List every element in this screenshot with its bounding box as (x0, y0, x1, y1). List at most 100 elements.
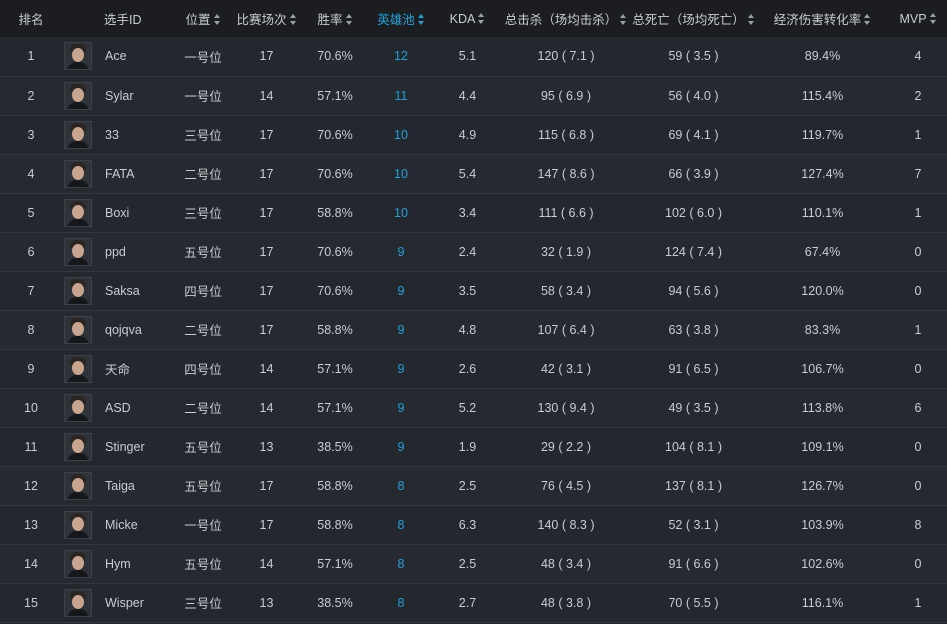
player-info[interactable]: Saksa (62, 276, 175, 305)
player-name[interactable]: Taiga (105, 479, 135, 493)
cell-matches: 17 (259, 127, 274, 142)
avatar[interactable] (64, 393, 92, 422)
cell-win-rate: 57.1% (317, 361, 353, 376)
player-name[interactable]: qojqva (105, 323, 142, 337)
cell-rank: 2 (27, 88, 35, 103)
avatar[interactable] (64, 432, 92, 461)
player-info[interactable]: ASD (62, 393, 175, 422)
player-info[interactable]: 天命 (62, 354, 175, 383)
header-kills-sort[interactable]: 总击杀（场均击杀） (501, 0, 631, 37)
player-name[interactable]: Micke (105, 518, 138, 532)
cell-dmg-conversion: 83.3% (804, 322, 841, 337)
table-row[interactable]: 15 Wisper 三号位 13 38.5% 8 2.7 48 ( 3.8 ) 70 ( 5.5… (0, 583, 947, 622)
table-row[interactable]: 4 FATA 二号位 17 70.6% 10 5.4 147 ( 8.6 ) 66 ( 3.9 … (0, 154, 947, 193)
avatar[interactable] (64, 237, 92, 266)
player-info[interactable]: Sylar (62, 81, 175, 110)
cell-rank: 9 (27, 361, 35, 376)
header-mvp-sort[interactable]: MVP (889, 0, 947, 37)
player-info[interactable]: Taiga (62, 471, 175, 500)
cell-rank: 8 (27, 322, 35, 337)
player-name[interactable]: 33 (105, 128, 119, 142)
player-name[interactable]: ASD (105, 401, 131, 415)
cell-deaths: 63 ( 3.8 ) (668, 322, 719, 337)
cell-mvp: 7 (914, 166, 922, 181)
header-matches-sort[interactable]: 比赛场次 (231, 0, 302, 37)
cell-rank: 12 (24, 478, 38, 493)
avatar[interactable] (64, 549, 92, 578)
cell-matches: 17 (259, 478, 274, 493)
player-name[interactable]: 天命 (105, 359, 130, 378)
table-row[interactable]: 9 天命 四号位 14 57.1% 9 2.6 42 ( 3.1 ) 91 ( 6.5 ) 106… (0, 349, 947, 388)
avatar[interactable] (64, 588, 92, 617)
header-deaths-sort[interactable]: 总死亡（场均死亡） (631, 0, 756, 37)
cell-win-rate: 70.6% (317, 283, 353, 298)
cell-mvp: 4 (914, 49, 922, 64)
player-name[interactable]: Ace (105, 49, 127, 63)
player-name[interactable]: Saksa (105, 284, 140, 298)
player-name[interactable]: FATA (105, 167, 134, 181)
cell-mvp: 8 (914, 517, 922, 532)
sort-icon (289, 14, 297, 25)
player-info[interactable]: Micke (62, 510, 175, 539)
header-win-rate-sort[interactable]: 胜率 (302, 0, 368, 37)
player-info[interactable]: 33 (62, 120, 175, 149)
header-position-sort[interactable]: 位置 (175, 0, 231, 37)
avatar[interactable] (64, 315, 92, 344)
player-name[interactable]: Hym (105, 557, 131, 571)
cell-kills: 120 ( 7.1 ) (537, 49, 595, 64)
avatar[interactable] (64, 81, 92, 110)
sort-icon (417, 14, 425, 25)
cell-hero-pool: 8 (397, 517, 405, 532)
table-row[interactable]: 6 ppd 五号位 17 70.6% 9 2.4 32 ( 1.9 ) 124 ( 7.4 ) 6… (0, 232, 947, 271)
cell-deaths: 104 ( 8.1 ) (665, 439, 722, 454)
player-info[interactable]: Wisper (62, 588, 175, 617)
avatar[interactable] (64, 159, 92, 188)
player-info[interactable]: Stinger (62, 432, 175, 461)
avatar[interactable] (64, 42, 92, 71)
player-name[interactable]: Wisper (105, 596, 144, 610)
avatar[interactable] (64, 471, 92, 500)
table-row[interactable]: 8 qojqva 二号位 17 58.8% 9 4.8 107 ( 6.4 ) 63 ( 3.8… (0, 310, 947, 349)
table-row[interactable]: 12 Taiga 五号位 17 58.8% 8 2.5 76 ( 4.5 ) 137 ( 8.1… (0, 466, 947, 505)
cell-hero-pool: 9 (397, 439, 405, 454)
player-name[interactable]: ppd (105, 245, 126, 259)
sort-icon (747, 14, 755, 25)
header-kda-sort[interactable]: KDA (434, 0, 501, 37)
header-hero-pool-sort[interactable]: 英雄池 (368, 0, 434, 37)
table-row[interactable]: 13 Micke 一号位 17 58.8% 8 6.3 140 ( 8.3 ) 52 ( 3.1… (0, 505, 947, 544)
cell-kills: 42 ( 3.1 ) (540, 361, 592, 376)
table-row[interactable]: 5 Boxi 三号位 17 58.8% 10 3.4 111 ( 6.6 ) 102 ( 6.0… (0, 193, 947, 232)
player-info[interactable]: qojqva (62, 315, 175, 344)
cell-kda: 6.3 (458, 517, 477, 532)
player-info[interactable]: ppd (62, 237, 175, 266)
avatar[interactable] (64, 198, 92, 227)
player-info[interactable]: Hym (62, 549, 175, 578)
cell-rank: 4 (27, 166, 35, 181)
avatar[interactable] (64, 276, 92, 305)
avatar[interactable] (64, 510, 92, 539)
table-row[interactable]: 1 Ace 一号位 17 70.6% 12 5.1 120 ( 7.1 ) 59 ( 3.5 )… (0, 37, 947, 76)
cell-player: Wisper (62, 583, 175, 622)
cell-hero-pool: 9 (397, 400, 405, 415)
table-row[interactable]: 3 33 三号位 17 70.6% 10 4.9 115 ( 6.8 ) 69 ( 4.1 ) 1… (0, 115, 947, 154)
cell-hero-pool: 12 (394, 49, 408, 64)
cell-kda: 2.6 (458, 361, 477, 376)
cell-matches: 17 (259, 205, 274, 220)
player-info[interactable]: Boxi (62, 198, 175, 227)
cell-deaths: 124 ( 7.4 ) (665, 244, 722, 259)
cell-position: 一号位 (184, 50, 222, 65)
header-dmg-conversion-sort[interactable]: 经济伤害转化率 (756, 0, 889, 37)
player-name[interactable]: Sylar (105, 89, 133, 103)
player-info[interactable]: Ace (62, 42, 175, 71)
table-row[interactable]: 2 Sylar 一号位 14 57.1% 11 4.4 95 ( 6.9 ) 56 ( 4.0 … (0, 76, 947, 115)
table-row[interactable]: 7 Saksa 四号位 17 70.6% 9 3.5 58 ( 3.4 ) 94 ( 5.6 )… (0, 271, 947, 310)
player-name[interactable]: Boxi (105, 206, 129, 220)
table-row[interactable]: 11 Stinger 五号位 13 38.5% 9 1.9 29 ( 2.2 ) 104 ( 8… (0, 427, 947, 466)
table-row[interactable]: 10 ASD 二号位 14 57.1% 9 5.2 130 ( 9.4 ) 49 ( 3.5 )… (0, 388, 947, 427)
avatar[interactable] (64, 354, 92, 383)
avatar[interactable] (64, 120, 92, 149)
player-name[interactable]: Stinger (105, 440, 145, 454)
cell-matches: 14 (259, 556, 274, 571)
table-row[interactable]: 14 Hym 五号位 14 57.1% 8 2.5 48 ( 3.4 ) 91 ( 6.6 ) 1… (0, 544, 947, 583)
player-info[interactable]: FATA (62, 159, 175, 188)
